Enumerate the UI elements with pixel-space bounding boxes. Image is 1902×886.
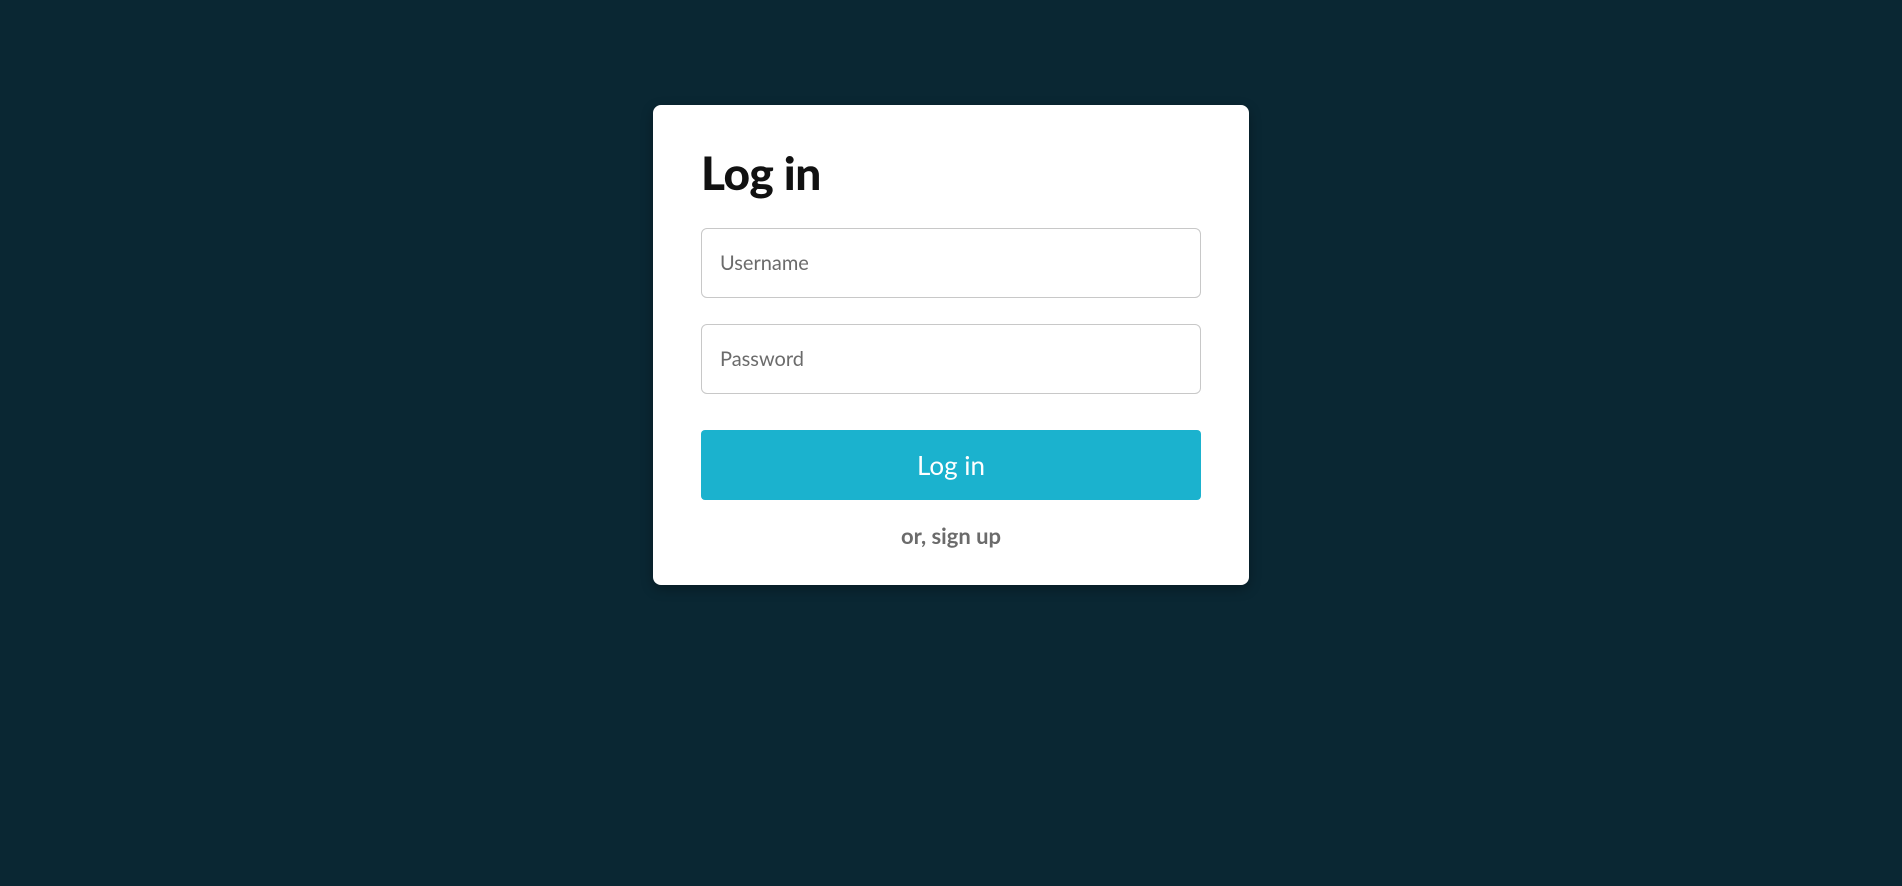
username-input[interactable] (701, 228, 1201, 298)
login-card: Log in Log in or, sign up (653, 105, 1249, 585)
signup-link[interactable]: or, sign up (701, 522, 1201, 549)
login-button[interactable]: Log in (701, 430, 1201, 500)
password-input[interactable] (701, 324, 1201, 394)
login-title: Log in (701, 145, 1201, 200)
